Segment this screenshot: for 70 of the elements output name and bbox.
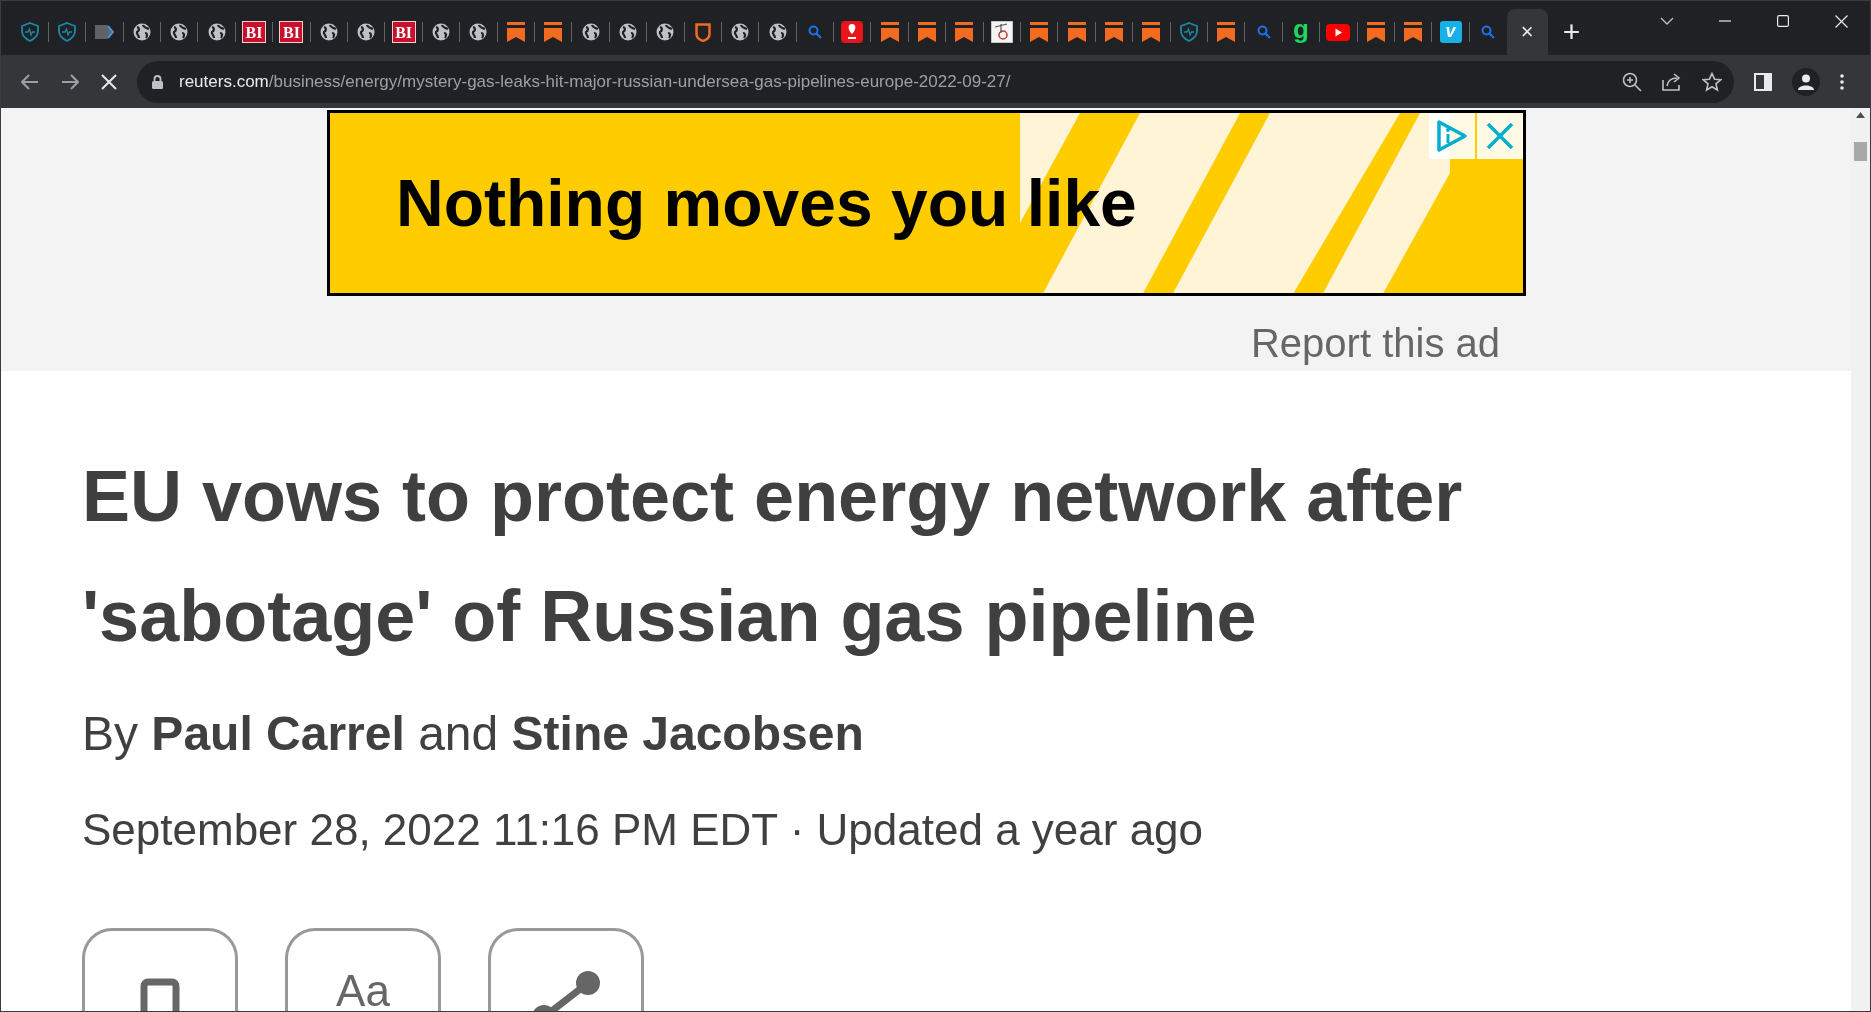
star-icon[interactable] — [1702, 71, 1722, 92]
stop-icon[interactable] — [101, 73, 117, 90]
share-icon[interactable] — [1662, 71, 1682, 92]
bookmark-icon — [955, 22, 974, 42]
shield-icon — [20, 22, 39, 42]
search-icon — [1256, 25, 1271, 39]
globe-icon — [731, 23, 750, 41]
text-size-button[interactable]: Aa — [285, 928, 441, 1011]
tag-icon — [94, 24, 115, 40]
bi-logo: BI — [242, 21, 267, 43]
bookmark-icon — [1366, 22, 1385, 42]
bookmark-icon — [506, 22, 525, 42]
globe-icon — [432, 23, 450, 41]
side-panel-icon[interactable] — [1754, 72, 1772, 91]
globe-icon — [357, 23, 376, 41]
g-logo: g — [1293, 18, 1309, 46]
bookmark-icon — [1067, 22, 1086, 42]
scrollbar[interactable] — [1851, 108, 1870, 1011]
address-bar[interactable]: reuters.com/business/energy/mystery-gas-leaks-hit-major-russian-undersea-gas-pipelines-europe-2022-09-27/ — [137, 60, 1734, 103]
profile-icon[interactable] — [1798, 73, 1814, 90]
search-icon — [1480, 25, 1495, 39]
scroll-up-icon[interactable] — [1856, 112, 1865, 118]
article-headline: EU vows to protect energy network after 'sabotage' of Russian gas pipeline — [82, 455, 1464, 658]
globe-icon — [469, 23, 488, 41]
globe-icon — [170, 23, 189, 41]
globe-icon — [319, 23, 338, 41]
bookmark-icon — [1404, 22, 1423, 42]
bookmark-icon — [1030, 22, 1049, 42]
shield-icon — [694, 22, 711, 42]
pin-icon — [841, 21, 864, 43]
browser-tab[interactable]: BI — [235, 9, 273, 55]
browser-tab[interactable]: BI — [384, 9, 423, 55]
globe-icon — [656, 23, 675, 41]
ad-info-icon[interactable] — [1436, 119, 1468, 153]
scroll-thumb[interactable] — [1854, 142, 1867, 161]
back-icon[interactable] — [21, 73, 39, 90]
bookmark-icon — [1217, 22, 1236, 42]
play-icon — [1326, 23, 1351, 41]
bookmark-icon — [880, 22, 899, 42]
new-tab-button[interactable]: + — [1562, 17, 1581, 47]
search-icon — [807, 25, 822, 39]
globe-icon — [132, 23, 151, 41]
shield-icon — [58, 22, 77, 42]
lock-icon — [152, 74, 163, 89]
url-text: reuters.com/business/energy/mystery-gas-leaks-hit-major-russian-undersea-gas-pipelines-europe-2022-09-27/ — [179, 70, 1011, 93]
maximize-icon[interactable] — [1777, 15, 1789, 27]
browser-tab[interactable]: × — [1506, 9, 1548, 55]
globe-icon — [207, 23, 226, 41]
article-date: September 28, 2022 11:16 PM EDT · Updated a year ago — [82, 804, 1204, 856]
byline: By Paul Carrel and Stine Jacobsen — [82, 706, 864, 762]
bi-logo: BI — [391, 21, 416, 43]
bi-logo: BI — [279, 21, 304, 43]
image-icon — [990, 21, 1013, 43]
browser-tab[interactable]: BI — [272, 9, 311, 55]
bookmark-icon — [544, 22, 563, 42]
bookmark-icon — [918, 22, 937, 42]
bookmark-icon — [1105, 22, 1123, 42]
menu-icon[interactable] — [1840, 73, 1844, 90]
v-logo: v — [1439, 21, 1462, 43]
shield-icon — [1179, 22, 1198, 42]
globe-icon — [581, 23, 600, 41]
zoom-in-icon[interactable] — [1622, 71, 1642, 92]
close-tab-button[interactable]: × — [1520, 21, 1534, 43]
bookmark-icon — [1142, 22, 1161, 42]
report-ad-link[interactable]: Report this ad — [1250, 319, 1500, 367]
forward-icon[interactable] — [61, 73, 79, 90]
browser-tab[interactable]: g — [1282, 9, 1320, 55]
tab-search-dropdown-icon[interactable] — [1660, 17, 1674, 25]
globe-icon — [768, 23, 787, 41]
globe-icon — [618, 23, 637, 41]
